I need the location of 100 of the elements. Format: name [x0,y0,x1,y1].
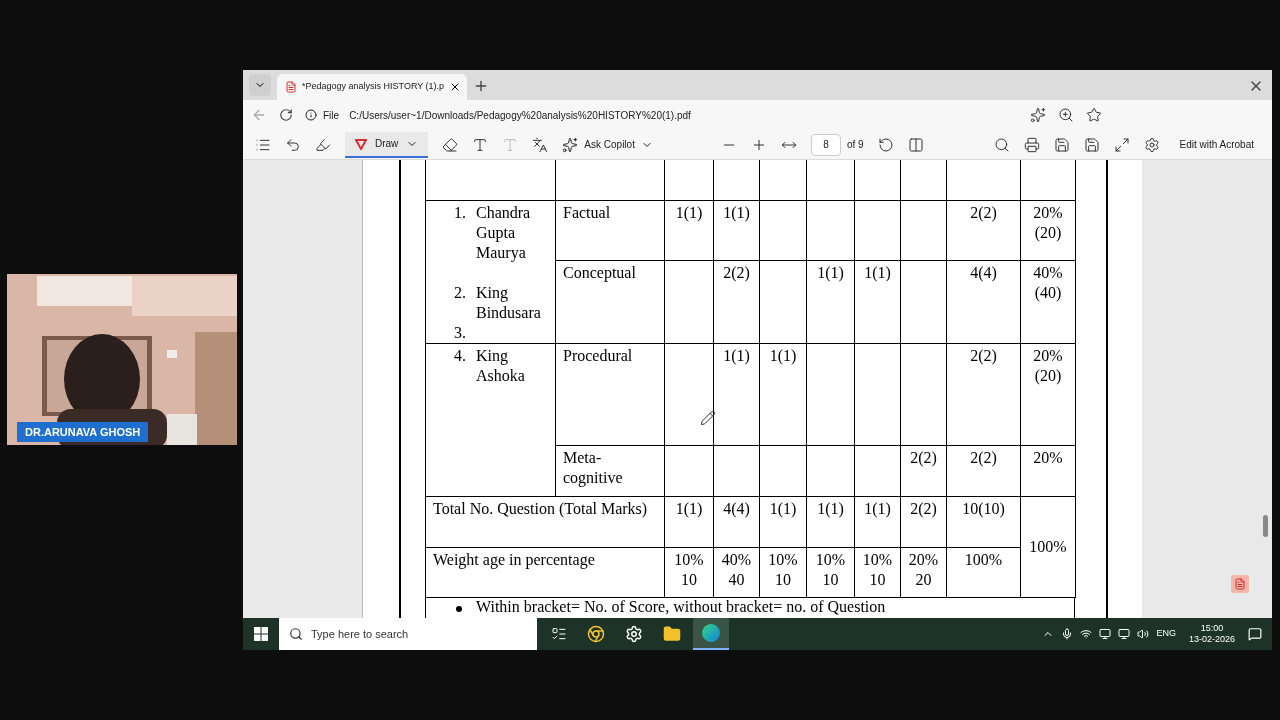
table-cell: 2(2) [946,445,1021,496]
table-cell: 1(1) [759,343,807,445]
list-number: 1. [454,202,467,223]
table-cell: 1(1) [806,260,855,343]
save-icon[interactable] [1053,136,1070,153]
clock[interactable]: 15:00 13-02-2026 [1188,623,1235,645]
participant-name: DR.ARUNAVA GHOSH [17,421,149,442]
page-number-field[interactable]: 8 [810,133,841,156]
search-placeholder: Type here to search [311,626,409,642]
table-cell [664,445,714,496]
table-cell [806,445,855,496]
table-cell: 2(2) [946,200,1021,261]
scrollbar-thumb[interactable] [1263,515,1268,537]
table-cell: 20% (20) [1020,200,1076,261]
sparkle-icon [562,136,579,153]
bullet-icon [456,605,462,612]
table-cell: 1(1) [713,200,760,261]
display-icon[interactable] [1099,628,1112,640]
table-cell: 2(2) [713,260,760,343]
topic-name: King Bindusara [476,282,542,323]
taskbar-search-field[interactable]: Type here to search [279,618,537,650]
copilot-button[interactable]: Ask Copilot [562,136,653,153]
language-indicator[interactable]: ENG [1156,627,1176,641]
favorite-icon[interactable] [1086,107,1102,123]
table-cell [854,445,901,496]
table-cell: 20% (20) [1020,343,1076,445]
list-number: 4. [454,345,467,366]
edit-with-acrobat-button[interactable]: Edit with Acrobat [1173,137,1260,152]
notifications-icon[interactable] [1248,627,1262,641]
rotate-icon[interactable] [877,136,894,153]
eraser-icon[interactable] [442,136,459,153]
table-cell: 1(1) [759,496,807,547]
table-cell: 4(4) [713,496,760,547]
table-cell [759,445,807,496]
table-cell: 4(4) [946,260,1021,343]
zoom-icon[interactable] [1058,107,1074,123]
topic-name: Chandra Gupta Maurya [476,202,532,263]
table-cell: 2(2) [946,343,1021,445]
table-cell: 10% 10 [854,547,901,597]
table-cell: 20% [1020,445,1076,496]
network-icon[interactable] [1080,628,1093,640]
info-icon [305,109,317,121]
table-cell: 10% 10 [806,547,855,597]
acrobat-icon[interactable] [1231,575,1249,593]
folder-icon[interactable] [663,625,681,643]
table-cell: Conceptual [555,260,665,343]
table-cell: 10% 10 [759,547,807,597]
new-tab-icon[interactable] [473,78,489,94]
table-cell: Weight age in percentage [425,547,665,597]
save-as-icon[interactable] [1083,136,1100,153]
text-icon[interactable] [472,136,489,153]
table-cell: 1(1) [713,343,760,445]
url-scheme: File [323,108,340,123]
draw-button[interactable]: Draw [345,131,429,158]
table-cell: 100% [1020,496,1076,597]
table-cell: 40% 40 [713,547,760,597]
footnote: Within bracket= No. of Score, without bracket= no. of Question [476,597,886,617]
table-cell: 1(1) [854,260,901,343]
reload-icon[interactable] [279,108,293,122]
table-cell: 1(1) [664,200,714,261]
table-cell: 10% 10 [664,547,714,597]
table-cell: Factual [555,200,665,261]
tab-title: *Pedagogy analysis HISTORY (1).p [302,80,445,94]
table-cell: Procedural [555,343,665,445]
table-cell: 2(2) [900,445,947,496]
pen-icon [355,137,367,150]
settings-icon[interactable] [1143,136,1160,153]
table-cell: Total No. Question (Total Marks) [425,496,665,547]
topic-name: King Ashoka [476,345,526,386]
table-cell: 20% 20 [900,547,947,597]
pencil-cursor-icon [700,410,716,426]
highlighter-icon[interactable] [315,136,331,153]
page-count: of 9 [846,138,864,152]
edge-taskbar-button[interactable] [693,618,729,650]
pdf-icon [285,81,297,93]
list-number: 3. [454,322,467,343]
list-number: 2. [454,282,467,303]
table-cell: 2(2) [900,496,947,547]
volume-icon[interactable] [1137,628,1150,640]
table-cell: 40% (40) [1020,260,1076,343]
url-text: C:/Users/user~1/Downloads/Pedagogy%20analysis%20HISTORY%20(1).pdf [349,108,691,123]
print-icon[interactable] [1023,136,1040,153]
table-cell: 1(1) [806,496,855,547]
search-icon [289,627,303,641]
table-cell: 1(1) [854,496,901,547]
fullscreen-icon[interactable] [1113,136,1130,153]
table-cell [713,445,760,496]
search-icon[interactable] [993,136,1010,153]
table-cell: 10(10) [946,496,1021,547]
microphone-icon[interactable] [1061,628,1074,640]
settings-icon[interactable] [625,625,643,643]
table-cell: Meta-cognitive [555,445,665,496]
page-view-icon[interactable] [907,136,924,153]
copilot-icon[interactable] [1030,107,1046,123]
browser-icon[interactable] [587,625,605,643]
undo-icon[interactable] [285,136,301,153]
table-cell: 1(1) [664,496,714,547]
windows-icon[interactable] [254,627,268,641]
tab-list-button[interactable] [249,74,271,96]
browser-tab[interactable]: *Pedagogy analysis HISTORY (1).p [277,74,467,100]
